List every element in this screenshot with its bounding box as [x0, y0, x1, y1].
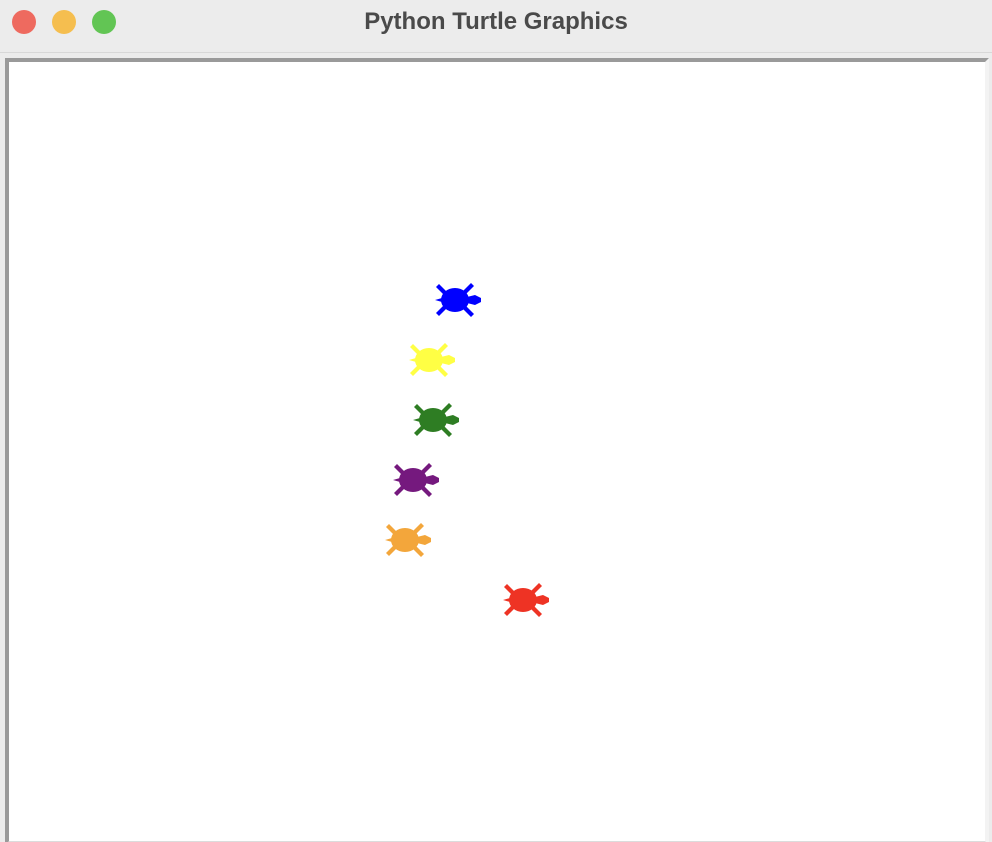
red-turtle-icon [503, 583, 549, 617]
orange-turtle-icon [385, 523, 431, 557]
blue-turtle-icon [435, 283, 481, 317]
green-turtle-icon [413, 403, 459, 437]
yellow-turtle-icon [409, 343, 455, 377]
title-bar[interactable]: Python Turtle Graphics [0, 0, 992, 53]
turtle-canvas[interactable] [5, 58, 989, 842]
window-title: Python Turtle Graphics [364, 8, 628, 35]
turtle-graphics-window: Python Turtle Graphics [0, 0, 992, 842]
purple-turtle-icon [393, 463, 439, 497]
